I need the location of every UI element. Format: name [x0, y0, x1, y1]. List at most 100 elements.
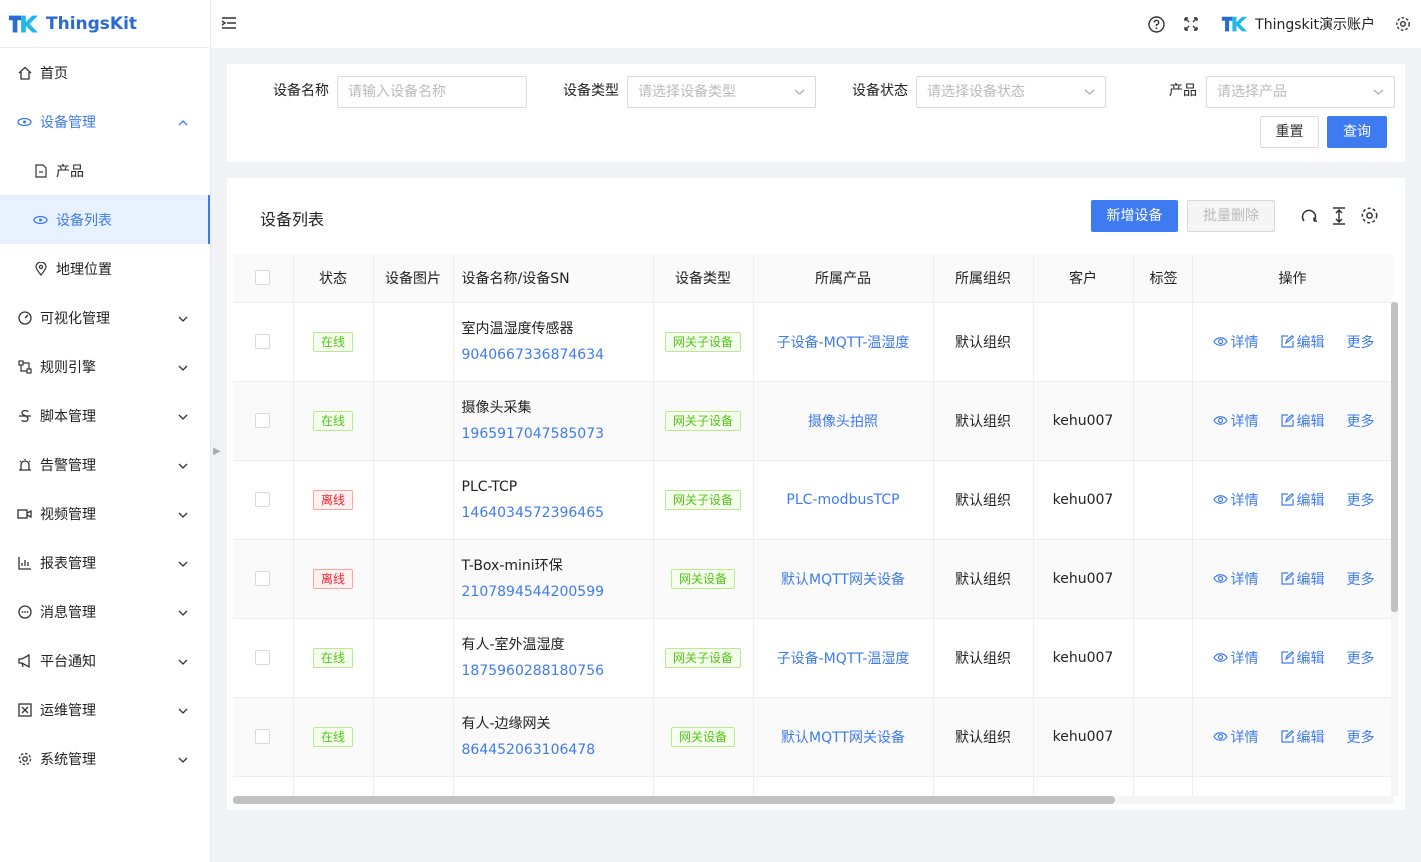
edit-button[interactable]: 编辑 — [1280, 490, 1325, 510]
table-row[interactable]: 在线 室内温湿度传感器 9040667336874634 网关子设备 子设备-MQTT-… — [233, 302, 1393, 382]
help-icon[interactable] — [1148, 15, 1165, 33]
sidebar-item-location[interactable]: 地理位置 — [0, 244, 210, 293]
device-name-cell: 室内温湿度传感器 9040667336874634 — [453, 302, 654, 382]
device-sn-link[interactable]: 1875960288180756 — [462, 658, 653, 684]
customer-cell: kehu007 — [1033, 539, 1134, 619]
edit-button[interactable]: 编辑 — [1280, 648, 1325, 668]
product-link[interactable]: 默认MQTT网关设备 — [781, 730, 905, 746]
user-menu[interactable]: Thingskit演示账户 — [1221, 14, 1375, 34]
table-row[interactable]: 离线 T-Box-mini环保 2107894544200599 网关设备 默认MQTT… — [233, 539, 1393, 619]
location-icon — [33, 261, 48, 276]
sidebar-item-label: 告警管理 — [40, 457, 96, 474]
detail-button[interactable]: 详情 — [1212, 648, 1259, 668]
chevron-down-icon — [178, 605, 188, 621]
settings-icon[interactable] — [1395, 16, 1411, 32]
device-type-badge: 网关设备 — [670, 726, 735, 747]
edit-button[interactable]: 编辑 — [1280, 411, 1325, 431]
device-status-select[interactable]: 请选择设备状态 — [916, 76, 1106, 108]
customer-cell: kehu007 — [1033, 381, 1134, 461]
product-link[interactable]: PLC-modbusTCP — [786, 492, 899, 508]
column-settings-icon[interactable] — [1360, 206, 1379, 229]
customer-cell: kehu007 — [1033, 460, 1134, 540]
sidebar-item-notice[interactable]: 平台通知 — [0, 636, 210, 685]
device-name-input[interactable]: 请输入设备名称 — [337, 76, 527, 108]
device-type-select[interactable]: 请选择设备类型 — [627, 76, 816, 108]
ops-icon — [17, 702, 32, 717]
detail-button[interactable]: 详情 — [1212, 569, 1259, 589]
sidebar-item-alarm[interactable]: 告警管理 — [0, 440, 210, 489]
product-link[interactable]: 子设备-MQTT-温湿度 — [777, 335, 910, 351]
more-button[interactable]: 更多 — [1347, 569, 1375, 589]
vertical-scrollbar-thumb[interactable] — [1391, 302, 1398, 612]
detail-button[interactable]: 详情 — [1212, 727, 1259, 747]
sidebar-item-device-management[interactable]: 设备管理 — [0, 97, 210, 146]
row-checkbox[interactable] — [255, 650, 271, 665]
detail-button[interactable]: 详情 — [1212, 490, 1259, 510]
column-header: 客户 — [1033, 254, 1134, 303]
edit-button[interactable]: 编辑 — [1280, 727, 1325, 747]
table-row[interactable]: 在线 摄像头采集 1965917047585073 网关子设备 摄像头拍照 默认组织 keh… — [233, 381, 1393, 461]
chevron-down-icon — [178, 360, 188, 376]
product-select[interactable]: 请选择产品 — [1206, 76, 1395, 108]
refresh-icon[interactable] — [1300, 207, 1318, 229]
logo[interactable]: ThingsKit — [0, 0, 210, 48]
notice-icon — [17, 653, 32, 668]
more-button[interactable]: 更多 — [1347, 648, 1375, 668]
table-row[interactable]: 在线 有人-室外温湿度 1875960288180756 网关子设备 子设备-MQTT-… — [233, 618, 1393, 698]
menu-fold-icon[interactable] — [221, 16, 237, 34]
row-checkbox[interactable] — [255, 334, 271, 349]
table-row[interactable]: 离线 PLC-TCP 1464034572396465 网关子设备 PLC-modbus… — [233, 460, 1393, 540]
device-type-cell: 网关子设备 — [653, 302, 754, 382]
device-sn-link[interactable]: 1965917047585073 — [462, 421, 653, 447]
search-button[interactable]: 查询 — [1327, 116, 1387, 148]
row-checkbox[interactable] — [255, 729, 271, 744]
device-sn-link[interactable]: 9040667336874634 — [462, 342, 653, 368]
device-sn-link[interactable]: 864452063106478 — [462, 737, 653, 763]
vertical-scrollbar[interactable] — [1391, 302, 1398, 796]
device-sn-link[interactable]: 2107894544200599 — [462, 579, 653, 605]
row-select-cell — [233, 618, 294, 698]
dashboard-icon — [17, 310, 32, 325]
more-button[interactable]: 更多 — [1347, 490, 1375, 510]
sidebar-item-report[interactable]: 报表管理 — [0, 538, 210, 587]
select-all-checkbox[interactable] — [255, 270, 271, 286]
sidebar-item-device-list[interactable]: 设备列表 — [0, 195, 210, 244]
sidebar-item-label: 规则引擎 — [40, 359, 96, 376]
sidebar-item-message[interactable]: 消息管理 — [0, 587, 210, 636]
more-button[interactable]: 更多 — [1347, 727, 1375, 747]
product-link[interactable]: 默认MQTT网关设备 — [781, 572, 905, 588]
column-height-icon[interactable] — [1331, 207, 1347, 229]
sidebar-item-home[interactable]: 首页 — [0, 48, 210, 97]
device-sn-link[interactable]: 1464034572396465 — [462, 500, 653, 526]
fullscreen-icon[interactable] — [1183, 16, 1199, 32]
edit-button[interactable]: 编辑 — [1280, 569, 1325, 589]
batch-delete-button[interactable]: 批量删除 — [1187, 200, 1275, 232]
detail-button[interactable]: 详情 — [1212, 332, 1259, 352]
sidebar: ThingsKit 首页 设备管理 产品 设备列表 地理位置 可视化管理 规则引… — [0, 0, 211, 862]
edit-button[interactable]: 编辑 — [1280, 332, 1325, 352]
row-checkbox[interactable] — [255, 571, 271, 586]
row-checkbox[interactable] — [255, 492, 271, 507]
more-button[interactable]: 更多 — [1347, 332, 1375, 352]
detail-label: 详情 — [1230, 334, 1259, 351]
product-link[interactable]: 子设备-MQTT-温湿度 — [777, 651, 910, 667]
product-link[interactable]: 摄像头拍照 — [808, 414, 878, 430]
detail-button[interactable]: 详情 — [1212, 411, 1259, 431]
row-checkbox[interactable] — [255, 413, 271, 428]
table-row[interactable] — [233, 776, 1393, 796]
reset-button[interactable]: 重置 — [1260, 116, 1319, 148]
sidebar-item-ops[interactable]: 运维管理 — [0, 685, 210, 734]
add-device-button[interactable]: 新增设备 — [1091, 200, 1178, 232]
sidebar-item-product[interactable]: 产品 — [0, 146, 210, 195]
sidebar-item-video[interactable]: 视频管理 — [0, 489, 210, 538]
table-row[interactable]: 在线 有人-边缘网关 864452063106478 网关设备 默认MQTT网关设备 默认… — [233, 697, 1393, 777]
horizontal-scrollbar-thumb[interactable] — [233, 796, 1115, 804]
edit-label: 编辑 — [1296, 729, 1325, 746]
sidebar-item-rule-engine[interactable]: 规则引擎 — [0, 342, 210, 391]
more-button[interactable]: 更多 — [1347, 411, 1375, 431]
horizontal-scrollbar[interactable] — [233, 796, 1393, 804]
sidebar-item-visualization[interactable]: 可视化管理 — [0, 293, 210, 342]
sidebar-item-script[interactable]: 脚本管理 — [0, 391, 210, 440]
sidebar-item-system[interactable]: 系统管理 — [0, 734, 210, 783]
sidebar-collapse-handle[interactable]: ▶ — [213, 446, 221, 457]
